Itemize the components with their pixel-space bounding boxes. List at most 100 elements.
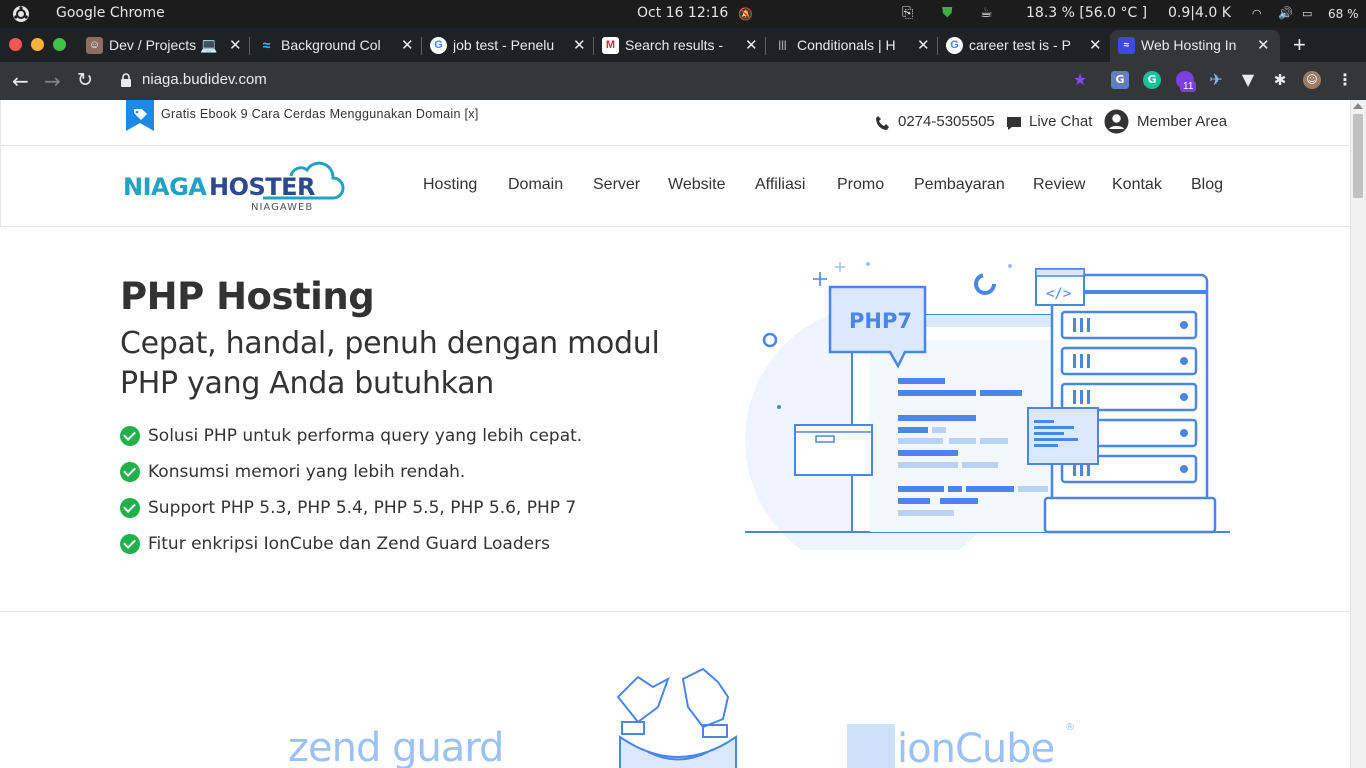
partners-section: zend guard ionCube ® [0, 612, 1350, 768]
url-input[interactable]: niaga.budidev.com [142, 71, 267, 88]
page-scrollbar[interactable] [1350, 100, 1366, 768]
user-account-icon [1104, 109, 1129, 134]
check-circle-icon [120, 498, 140, 518]
load-readout[interactable]: 0.9|4.0 K [1168, 5, 1231, 21]
ioncube-mark-icon [847, 724, 895, 768]
tab-label: Search results - [625, 37, 724, 53]
ioncube-logo: ionCube ® [847, 722, 1077, 768]
web-page: Gratis Ebook 9 Cara Cerdas Menggunakan D… [0, 100, 1366, 768]
tab-search-results[interactable]: M Search results - ✕ [594, 30, 764, 62]
logo-text-niaga: NIAGA [123, 173, 207, 201]
window-maximize-button[interactable] [53, 38, 66, 51]
hands-illustration [616, 667, 737, 768]
new-tab-button[interactable]: + [1284, 30, 1318, 62]
hero-section: PHP Hosting Cepat, handal, penuh dengan … [0, 227, 1350, 612]
notification-muted-icon: 🔕 [738, 7, 753, 21]
shield-icon[interactable]: ⛊ [942, 5, 953, 21]
nav-promo[interactable]: Promo [837, 176, 884, 194]
google-icon: G [946, 37, 963, 54]
feature-text: Fitur enkripsi IonCube dan Zend Guard Lo… [148, 534, 550, 554]
volume-icon[interactable]: 🔊 [1278, 6, 1293, 20]
tab-job-test[interactable]: G job test - Penelu ✕ [422, 30, 592, 62]
live-chat-link[interactable]: Live Chat [1029, 113, 1092, 130]
tab-close-icon[interactable]: ✕ [917, 36, 930, 54]
nav-pembayaran[interactable]: Pembayaran [914, 176, 1005, 194]
tab-close-icon[interactable]: ✕ [1257, 36, 1270, 54]
tab-close-icon[interactable]: ✕ [401, 36, 414, 54]
logo-subtext: NIAGAWEB [251, 202, 314, 213]
lock-icon[interactable] [120, 73, 132, 88]
nav-kontak[interactable]: Kontak [1112, 176, 1162, 194]
reload-icon[interactable]: ↻ [77, 69, 93, 91]
niagahoster-icon: ≈ [1118, 37, 1135, 54]
nav-affiliasi[interactable]: Affiliasi [755, 176, 805, 194]
window-close-button[interactable] [9, 38, 22, 51]
battery-level[interactable]: 68 % [1328, 7, 1359, 21]
feature-text: Solusi PHP untuk performa query yang leb… [148, 426, 583, 446]
phone-link[interactable]: 0274-5305505 [898, 113, 995, 130]
vue-extension-icon[interactable]: ▼ [1239, 71, 1257, 89]
check-circle-icon [120, 426, 140, 446]
tab-close-icon[interactable]: ✕ [745, 36, 758, 54]
battery-icon[interactable]: ▭ [1302, 7, 1312, 20]
puzzle-extension-icon[interactable]: ✱ [1271, 71, 1289, 89]
tab-close-icon[interactable]: ✕ [573, 36, 586, 54]
cpu-readout[interactable]: 18.3 % [56.0 °C ] [1026, 5, 1147, 21]
tab-web-hosting[interactable]: ≈ Web Hosting In ✕ [1110, 30, 1280, 62]
forward-icon[interactable]: → [44, 69, 61, 93]
clock[interactable]: Oct 16 12:16 [637, 5, 728, 21]
tag-ribbon-icon[interactable] [126, 100, 154, 131]
back-icon[interactable]: ← [12, 69, 29, 93]
promo-link[interactable]: Gratis Ebook 9 Cara Cerdas Menggunakan D… [161, 107, 479, 121]
tab-dev-projects[interactable]: ☺ Dev / Projects 💻 ✕ [78, 30, 248, 62]
tab-label: Web Hosting In [1141, 37, 1237, 53]
tab-label: Conditionals | H [797, 37, 896, 53]
nav-server[interactable]: Server [593, 176, 640, 194]
check-circle-icon [120, 534, 140, 554]
tab-label: job test - Penelu [453, 37, 555, 53]
member-area-link[interactable]: Member Area [1137, 113, 1227, 130]
star-extension-icon[interactable]: ★ [1071, 71, 1089, 89]
tab-label: Background Col [281, 37, 381, 53]
scroll-up-arrow-icon[interactable] [1353, 103, 1363, 109]
main-navigation: NIAGA HOSTER NIAGAWEB Hosting Domain Ser… [0, 146, 1350, 227]
nav-hosting[interactable]: Hosting [423, 176, 477, 194]
window-minimize-button[interactable] [31, 38, 44, 51]
php7-label: PHP7 [849, 309, 912, 333]
clipboard-icon[interactable]: ⎘ [902, 5, 913, 21]
php-server-illustration: PHP7 </> [745, 262, 1230, 550]
scrollbar-thumb[interactable] [1353, 114, 1363, 198]
extension-badge: 11 [1180, 81, 1197, 92]
wifi-icon[interactable]: ◠ [1252, 7, 1262, 20]
tab-close-icon[interactable]: ✕ [1089, 36, 1102, 54]
tab-close-icon[interactable]: ✕ [229, 36, 242, 54]
svg-text:</>: </> [1046, 286, 1071, 302]
coffee-icon[interactable]: ☕ [980, 5, 993, 21]
grammarly-extension-icon[interactable]: G [1143, 71, 1161, 89]
ubuntu-logo-icon[interactable] [12, 5, 30, 23]
tab-label: career test is - P [969, 37, 1071, 53]
feature-text: Support PHP 5.3, PHP 5.4, PHP 5.5, PHP 5… [148, 498, 577, 518]
tab-career-test[interactable]: G career test is - P ✕ [938, 30, 1108, 62]
translate-extension-icon[interactable]: G [1111, 71, 1129, 89]
active-app-name[interactable]: Google Chrome [56, 5, 165, 21]
menu-kebab-icon[interactable]: ⋮ [1336, 71, 1354, 89]
tab-background-color[interactable]: ≈ Background Col ✕ [250, 30, 420, 62]
doc-icon: ||| [778, 40, 787, 51]
google-icon: G [430, 37, 447, 54]
gmail-icon: M [602, 37, 619, 54]
nav-website[interactable]: Website [668, 176, 726, 194]
niagahoster-logo[interactable]: NIAGA HOSTER NIAGAWEB [123, 158, 353, 218]
nav-blog[interactable]: Blog [1191, 176, 1223, 194]
tab-label: Dev / Projects 💻 [109, 37, 218, 53]
profile-avatar-icon[interactable]: ☺ [1303, 71, 1321, 89]
phone-icon [876, 116, 889, 130]
logo-text-hoster: HOSTER [209, 173, 316, 201]
tab-conditionals[interactable]: ||| Conditionals | H ✕ [766, 30, 936, 62]
nav-review[interactable]: Review [1033, 176, 1085, 194]
plane-extension-icon[interactable]: ✈ [1207, 71, 1225, 89]
registered-mark: ® [1065, 722, 1075, 733]
nav-domain[interactable]: Domain [508, 176, 563, 194]
plus-icon: + [1293, 32, 1306, 57]
hero-subtitle: Cepat, handal, penuh dengan modul PHP ya… [120, 326, 660, 401]
